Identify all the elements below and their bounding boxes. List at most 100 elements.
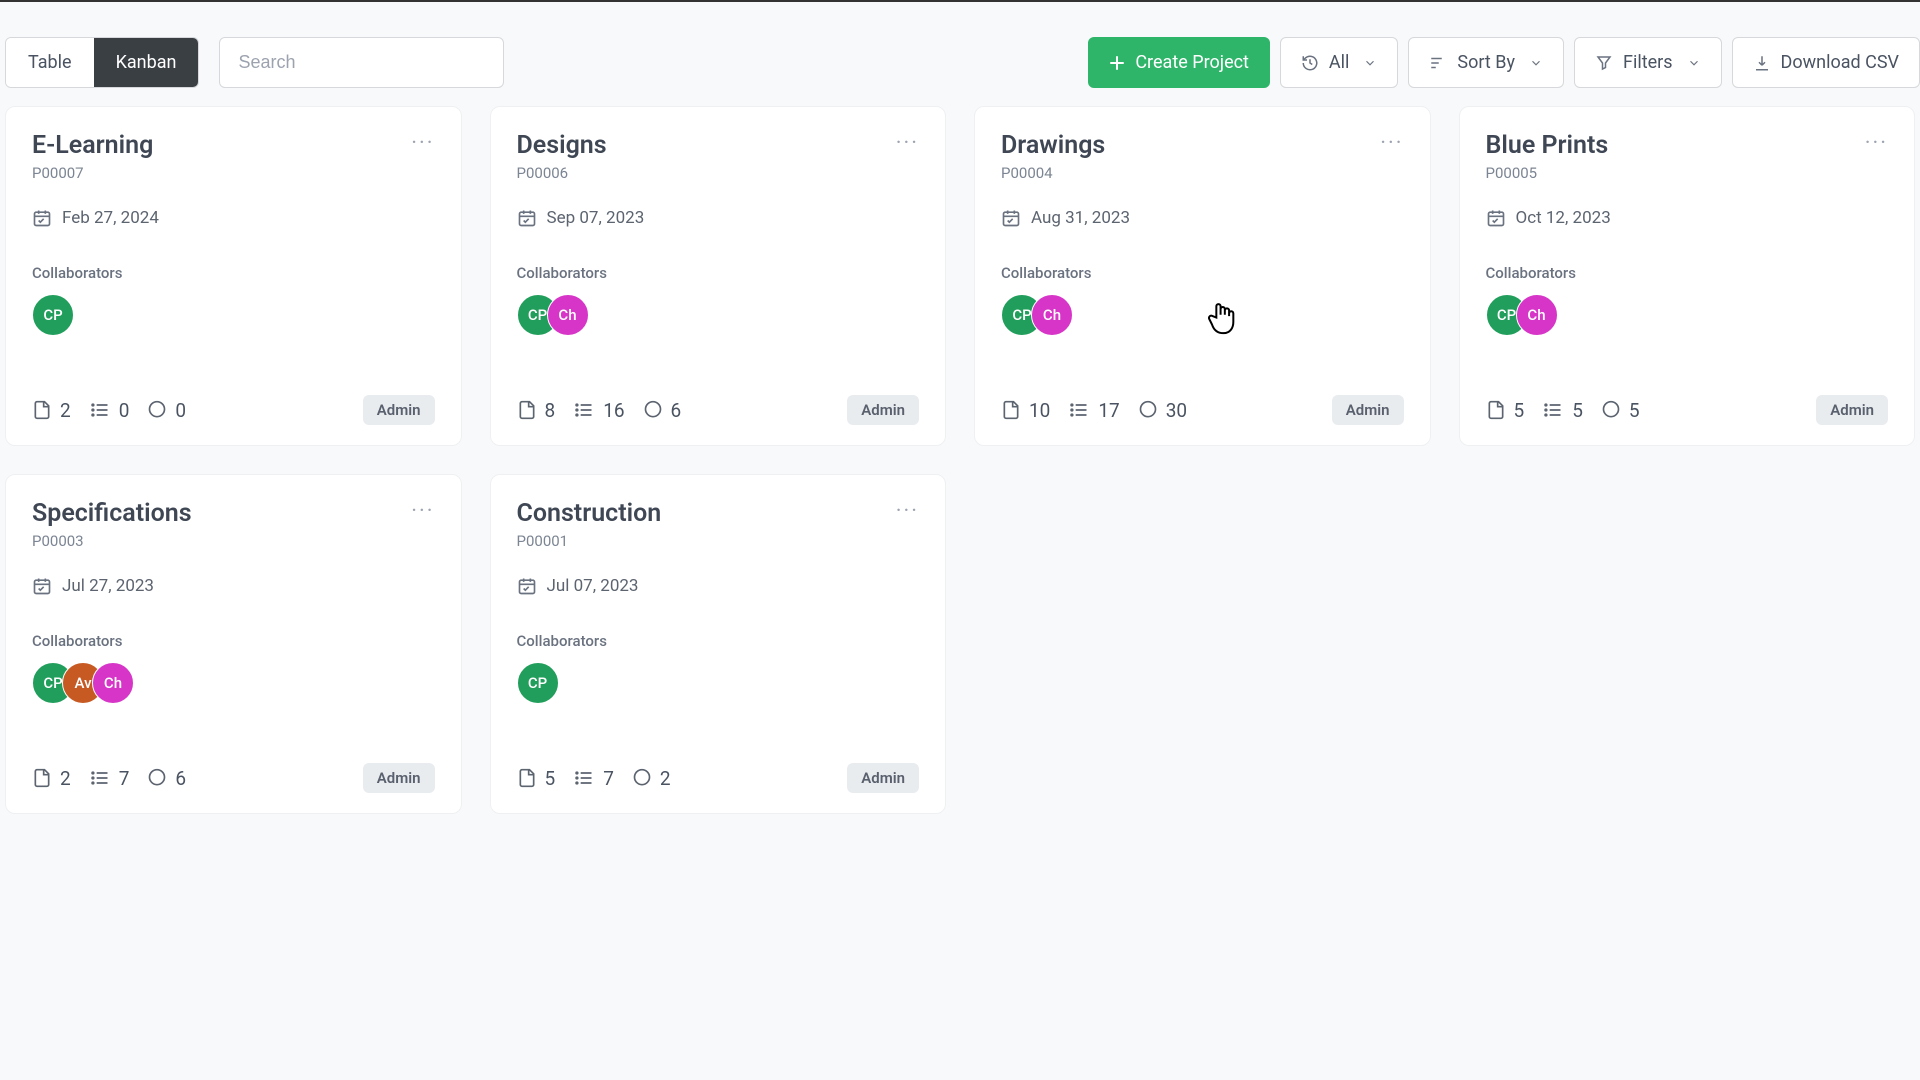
tasks-stat: 5 — [1542, 399, 1583, 422]
project-date: Oct 12, 2023 — [1516, 208, 1611, 228]
download-icon — [1753, 54, 1771, 72]
project-title: E-Learning — [32, 131, 153, 160]
all-label: All — [1329, 52, 1350, 73]
document-icon — [32, 768, 52, 788]
sort-icon — [1429, 54, 1447, 72]
project-title: Blue Prints — [1486, 131, 1609, 160]
comments-stat: 30 — [1138, 399, 1187, 422]
tasks-stat: 7 — [573, 767, 614, 790]
avatars-row: CP — [517, 662, 920, 704]
project-title: Drawings — [1001, 131, 1105, 160]
project-card[interactable]: Construction P00001 ··· Jul 07, 2023 Col… — [490, 474, 947, 814]
avatars-row: CPCh — [1486, 294, 1889, 336]
tab-table[interactable]: Table — [6, 38, 94, 87]
list-icon — [89, 400, 111, 420]
avatars-row: CPCh — [517, 294, 920, 336]
role-badge: Admin — [1816, 395, 1888, 425]
all-dropdown[interactable]: All — [1280, 37, 1399, 88]
calendar-icon — [32, 576, 52, 596]
chevron-down-icon — [1529, 56, 1543, 70]
sort-by-label: Sort By — [1457, 52, 1515, 73]
collaborators-label: Collaborators — [32, 264, 435, 282]
create-project-label: Create Project — [1135, 52, 1249, 73]
avatars-row: CPAvCh — [32, 662, 435, 704]
project-card[interactable]: E-Learning P00007 ··· Feb 27, 2024 Colla… — [5, 106, 462, 446]
project-title: Specifications — [32, 499, 192, 528]
avatar[interactable]: Ch — [92, 662, 134, 704]
project-code: P00001 — [517, 532, 662, 550]
docs-stat: 2 — [32, 767, 71, 790]
project-title: Designs — [517, 131, 607, 160]
plus-icon — [1109, 55, 1125, 71]
comments-stat: 0 — [147, 399, 186, 422]
project-code: P00004 — [1001, 164, 1105, 182]
tasks-stat: 7 — [89, 767, 130, 790]
docs-stat: 2 — [32, 399, 71, 422]
tab-kanban[interactable]: Kanban — [94, 38, 199, 87]
avatar[interactable]: Ch — [1516, 294, 1558, 336]
project-date: Jul 07, 2023 — [547, 576, 639, 596]
chevron-down-icon — [1687, 56, 1701, 70]
list-icon — [89, 768, 111, 788]
project-card[interactable]: Drawings P00004 ··· Aug 31, 2023 Collabo… — [974, 106, 1431, 446]
view-toggle: Table Kanban — [5, 37, 199, 88]
collaborators-label: Collaborators — [32, 632, 435, 650]
project-code: P00005 — [1486, 164, 1609, 182]
toolbar: Table Kanban Create Project All Sort By … — [0, 2, 1920, 106]
role-badge: Admin — [847, 395, 919, 425]
document-icon — [1001, 400, 1021, 420]
docs-stat: 5 — [1486, 399, 1525, 422]
filters-dropdown[interactable]: Filters — [1574, 37, 1722, 88]
cards-grid: E-Learning P00007 ··· Feb 27, 2024 Colla… — [0, 106, 1920, 814]
document-icon — [517, 768, 537, 788]
download-csv-button[interactable]: Download CSV — [1732, 37, 1920, 88]
project-card[interactable]: Designs P00006 ··· Sep 07, 2023 Collabor… — [490, 106, 947, 446]
docs-stat: 8 — [517, 399, 556, 422]
project-card[interactable]: Blue Prints P00005 ··· Oct 12, 2023 Coll… — [1459, 106, 1916, 446]
comment-icon — [1601, 400, 1621, 420]
role-badge: Admin — [363, 763, 435, 793]
sort-by-dropdown[interactable]: Sort By — [1408, 37, 1564, 88]
document-icon — [32, 400, 52, 420]
card-menu-button[interactable]: ··· — [411, 499, 434, 524]
avatar[interactable]: CP — [517, 662, 559, 704]
role-badge: Admin — [847, 763, 919, 793]
list-icon — [573, 400, 595, 420]
avatar[interactable]: Ch — [1031, 294, 1073, 336]
project-code: P00003 — [32, 532, 192, 550]
search-input[interactable] — [219, 37, 504, 88]
list-icon — [573, 768, 595, 788]
project-date: Jul 27, 2023 — [62, 576, 154, 596]
avatar[interactable]: Ch — [547, 294, 589, 336]
list-icon — [1068, 400, 1090, 420]
comment-icon — [632, 768, 652, 788]
card-menu-button[interactable]: ··· — [411, 131, 434, 156]
tasks-stat: 17 — [1068, 399, 1119, 422]
docs-stat: 5 — [517, 767, 556, 790]
avatars-row: CPCh — [1001, 294, 1404, 336]
card-menu-button[interactable]: ··· — [1865, 131, 1888, 156]
document-icon — [517, 400, 537, 420]
create-project-button[interactable]: Create Project — [1088, 37, 1270, 88]
avatar[interactable]: CP — [32, 294, 74, 336]
project-card[interactable]: Specifications P00003 ··· Jul 27, 2023 C… — [5, 474, 462, 814]
calendar-icon — [32, 208, 52, 228]
collaborators-label: Collaborators — [1486, 264, 1889, 282]
comment-icon — [147, 400, 167, 420]
card-menu-button[interactable]: ··· — [896, 499, 919, 524]
download-csv-label: Download CSV — [1781, 52, 1899, 73]
docs-stat: 10 — [1001, 399, 1050, 422]
history-icon — [1301, 54, 1319, 72]
comment-icon — [1138, 400, 1158, 420]
comments-stat: 6 — [643, 399, 682, 422]
card-menu-button[interactable]: ··· — [1380, 131, 1403, 156]
card-menu-button[interactable]: ··· — [896, 131, 919, 156]
comments-stat: 5 — [1601, 399, 1640, 422]
tasks-stat: 0 — [89, 399, 130, 422]
calendar-icon — [517, 576, 537, 596]
filter-icon — [1595, 54, 1613, 72]
calendar-icon — [1486, 208, 1506, 228]
project-title: Construction — [517, 499, 662, 528]
role-badge: Admin — [363, 395, 435, 425]
project-date: Aug 31, 2023 — [1031, 208, 1130, 228]
